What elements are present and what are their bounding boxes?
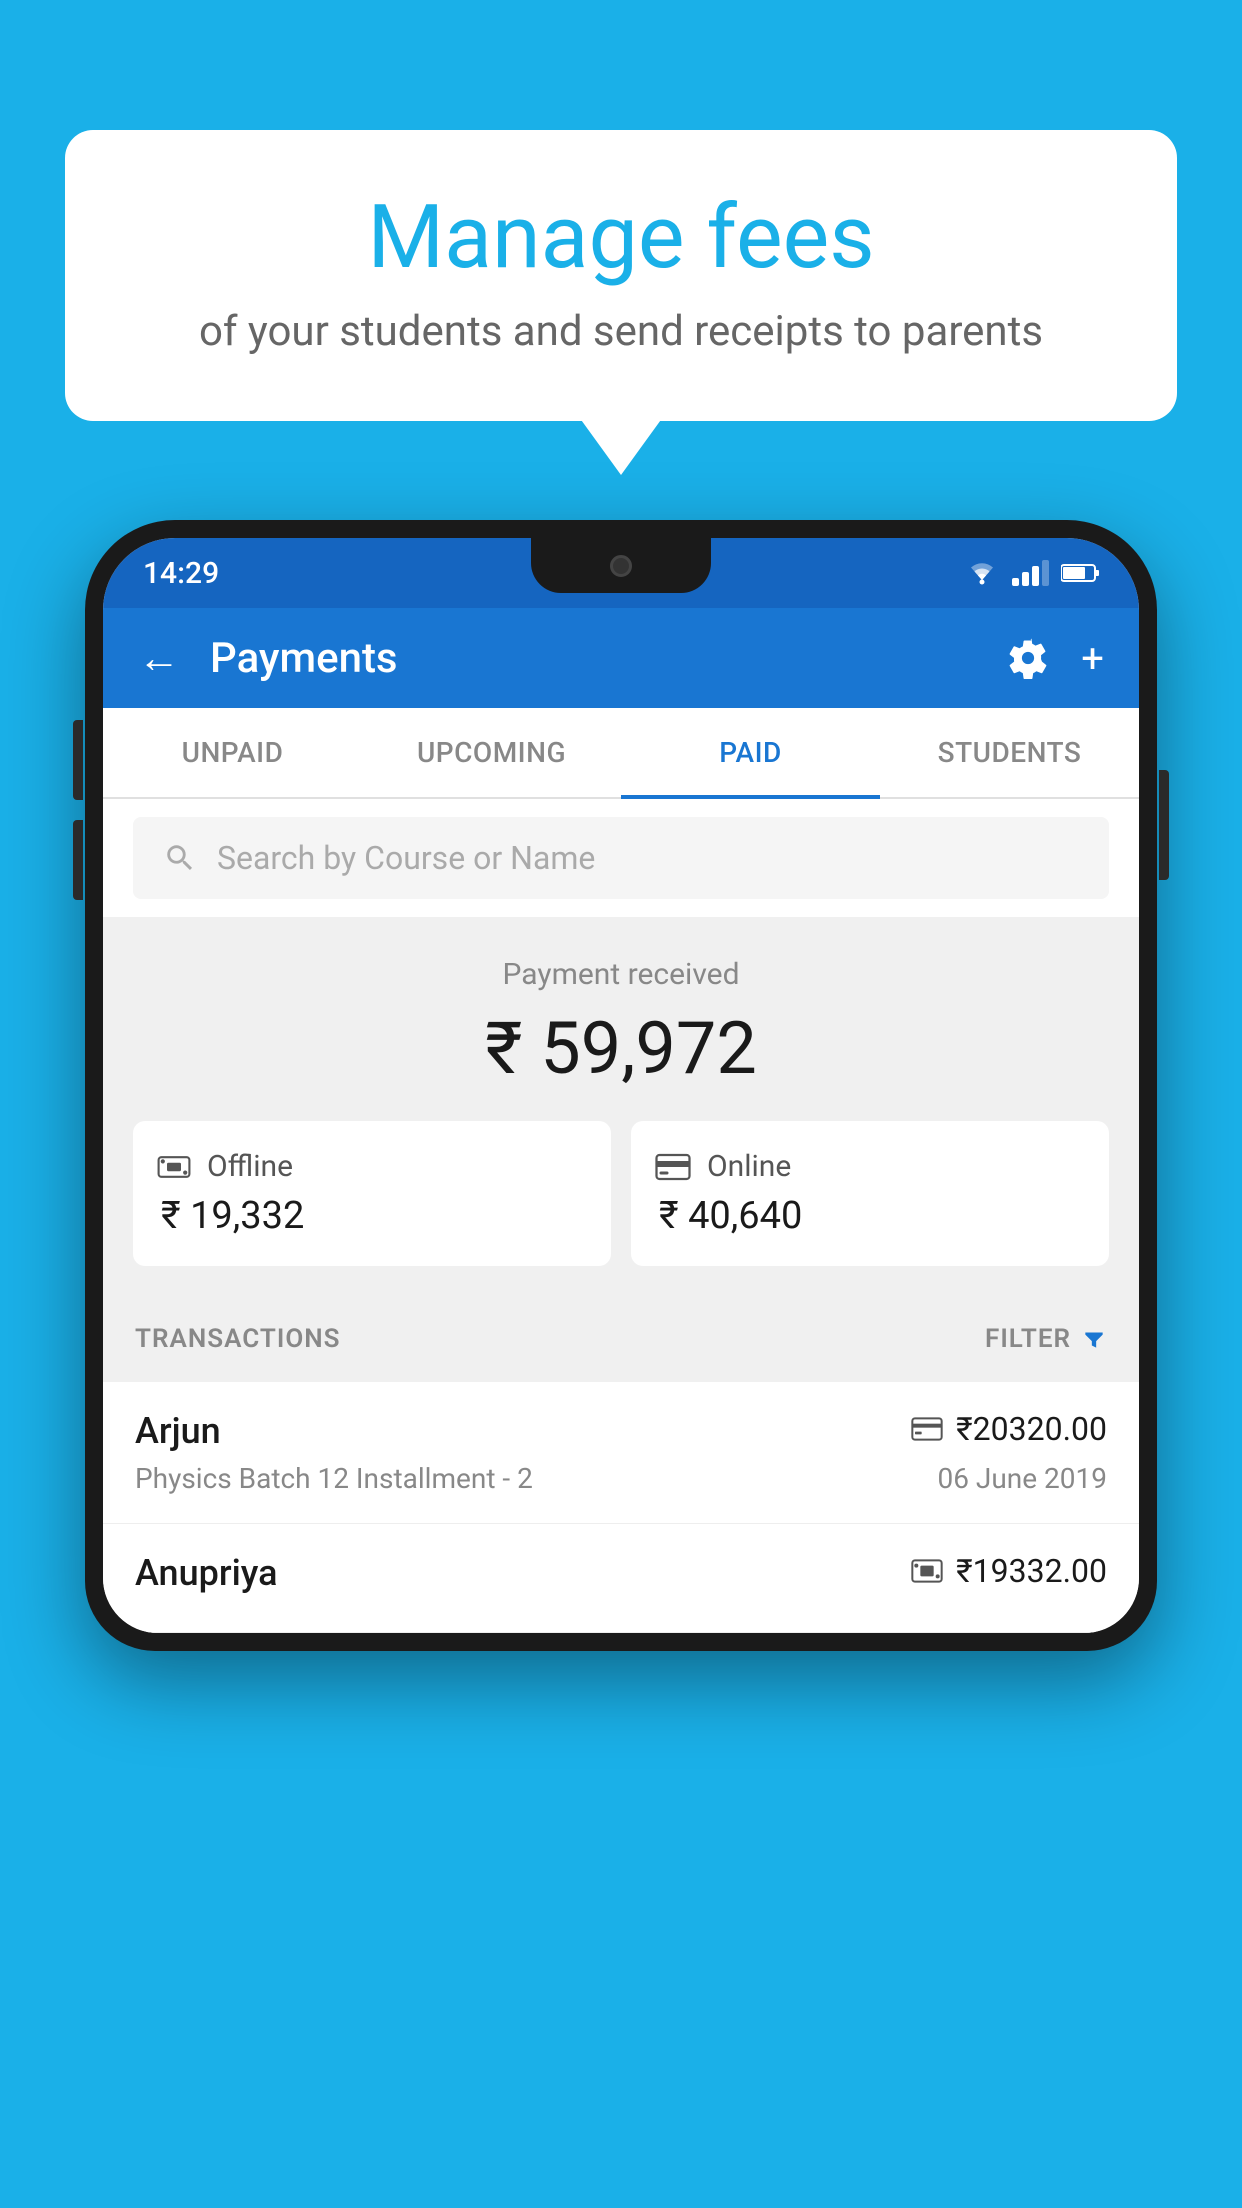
tab-upcoming[interactable]: UPCOMING	[362, 708, 621, 797]
phone-frame: 14:29	[85, 520, 1157, 1651]
search-icon	[163, 841, 197, 875]
settings-icon[interactable]	[1007, 637, 1049, 679]
cash-payment-icon	[910, 1559, 944, 1583]
transactions-header: TRANSACTIONS FILTER	[103, 1296, 1139, 1382]
filter-icon	[1081, 1326, 1107, 1352]
offline-card-header: Offline	[157, 1149, 587, 1184]
offline-card: Offline ₹ 19,332	[133, 1121, 611, 1266]
speech-bubble: Manage fees of your students and send re…	[65, 130, 1177, 421]
offline-label: Offline	[207, 1149, 293, 1184]
transaction-main: Anupriya ₹19332.00	[135, 1552, 1107, 1594]
payment-cards: Offline ₹ 19,332	[133, 1121, 1109, 1266]
add-button[interactable]: +	[1081, 635, 1104, 682]
tabs-bar: UNPAID UPCOMING PAID STUDENTS	[103, 708, 1139, 799]
search-placeholder: Search by Course or Name	[217, 839, 595, 877]
transaction-amount-block: ₹19332.00	[910, 1552, 1107, 1590]
front-camera	[610, 555, 632, 577]
phone-screen: 14:29	[103, 538, 1139, 1633]
tab-paid[interactable]: PAID	[621, 708, 880, 797]
search-container: Search by Course or Name	[103, 799, 1139, 917]
transaction-amount: ₹19332.00	[956, 1552, 1107, 1590]
transaction-details: Physics Batch 12 Installment - 2 06 June…	[135, 1462, 1107, 1495]
online-card: Online ₹ 40,640	[631, 1121, 1109, 1266]
card-payment-icon	[910, 1417, 944, 1441]
transaction-row[interactable]: Anupriya ₹19332.00	[103, 1524, 1139, 1633]
power-button	[1159, 770, 1169, 880]
cash-icon	[157, 1153, 191, 1181]
status-icons	[964, 560, 1099, 586]
transaction-course: Physics Batch 12 Installment - 2	[135, 1462, 533, 1495]
signal-icon	[1012, 560, 1049, 586]
transaction-amount-block: ₹20320.00	[910, 1410, 1107, 1448]
speech-bubble-container: Manage fees of your students and send re…	[65, 130, 1177, 421]
tab-unpaid[interactable]: UNPAID	[103, 708, 362, 797]
back-button[interactable]: ←	[138, 634, 180, 683]
payment-received-label: Payment received	[133, 957, 1109, 992]
tab-students[interactable]: STUDENTS	[880, 708, 1139, 797]
bubble-subtitle: of your students and send receipts to pa…	[135, 307, 1107, 356]
transaction-row[interactable]: Arjun ₹20320.00 Physics Batch	[103, 1382, 1139, 1524]
card-icon	[655, 1153, 691, 1181]
filter-label: FILTER	[985, 1324, 1071, 1354]
wifi-icon	[964, 560, 1000, 586]
online-label: Online	[707, 1149, 791, 1184]
volume-down-button	[73, 820, 83, 900]
volume-up-button	[73, 720, 83, 800]
phone-notch	[531, 538, 711, 593]
status-time: 14:29	[143, 556, 219, 591]
transaction-amount: ₹20320.00	[956, 1410, 1107, 1448]
online-amount: ₹ 40,640	[655, 1194, 1085, 1238]
online-card-header: Online	[655, 1149, 1085, 1184]
offline-amount: ₹ 19,332	[157, 1194, 587, 1238]
bubble-title: Manage fees	[135, 190, 1107, 287]
transaction-name: Anupriya	[135, 1552, 278, 1594]
search-box[interactable]: Search by Course or Name	[133, 817, 1109, 899]
app-bar-title: Payments	[210, 634, 977, 683]
transaction-name: Arjun	[135, 1410, 221, 1452]
battery-icon	[1061, 563, 1099, 583]
transaction-main: Arjun ₹20320.00	[135, 1410, 1107, 1452]
app-bar-actions: +	[1007, 635, 1104, 682]
transaction-date: 06 June 2019	[937, 1462, 1107, 1495]
app-bar: ← Payments +	[103, 608, 1139, 708]
phone-mockup: 14:29	[85, 520, 1157, 2208]
transactions-label: TRANSACTIONS	[135, 1324, 341, 1354]
payment-total-amount: ₹ 59,972	[133, 1006, 1109, 1091]
payment-summary: Payment received ₹ 59,972	[103, 917, 1139, 1296]
filter-button[interactable]: FILTER	[985, 1324, 1107, 1354]
